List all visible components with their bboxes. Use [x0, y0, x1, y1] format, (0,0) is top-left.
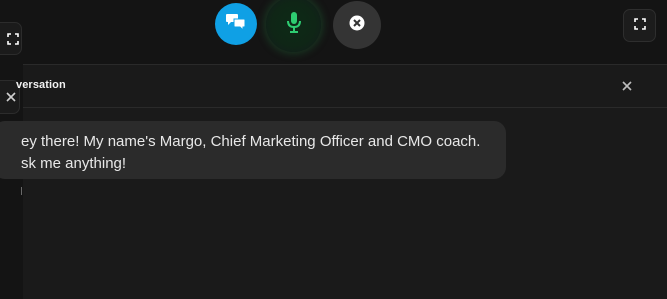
microphone-icon	[286, 11, 302, 38]
message-cursor	[21, 187, 22, 195]
side-expand-button[interactable]	[0, 22, 22, 55]
conversation-panel: versation ey there! My name's Margo, Chi…	[0, 64, 667, 299]
message-line: ey there! My name's Margo, Chief Marketi…	[21, 133, 481, 150]
message-line: sk me anything!	[21, 155, 127, 172]
app-screen: versation ey there! My name's Margo, Chi…	[0, 0, 667, 299]
chat-bubbles-icon	[225, 12, 247, 37]
close-circle-icon	[349, 15, 365, 36]
message-bubble: ey there! My name's Margo, Chief Marketi…	[0, 121, 506, 179]
microphone-button[interactable]	[266, 0, 321, 52]
end-session-button[interactable]	[333, 1, 381, 49]
close-icon	[622, 78, 632, 96]
conversation-title: versation	[16, 79, 66, 91]
expand-icon	[7, 32, 19, 45]
chat-toggle-button[interactable]	[215, 3, 257, 45]
fullscreen-button[interactable]	[623, 9, 656, 42]
expand-icon	[633, 17, 646, 35]
close-icon	[5, 91, 17, 103]
message-text: ey there! My name's Margo, Chief Marketi…	[21, 131, 491, 175]
close-conversation-button[interactable]	[620, 80, 634, 94]
conversation-header: versation	[16, 65, 667, 108]
